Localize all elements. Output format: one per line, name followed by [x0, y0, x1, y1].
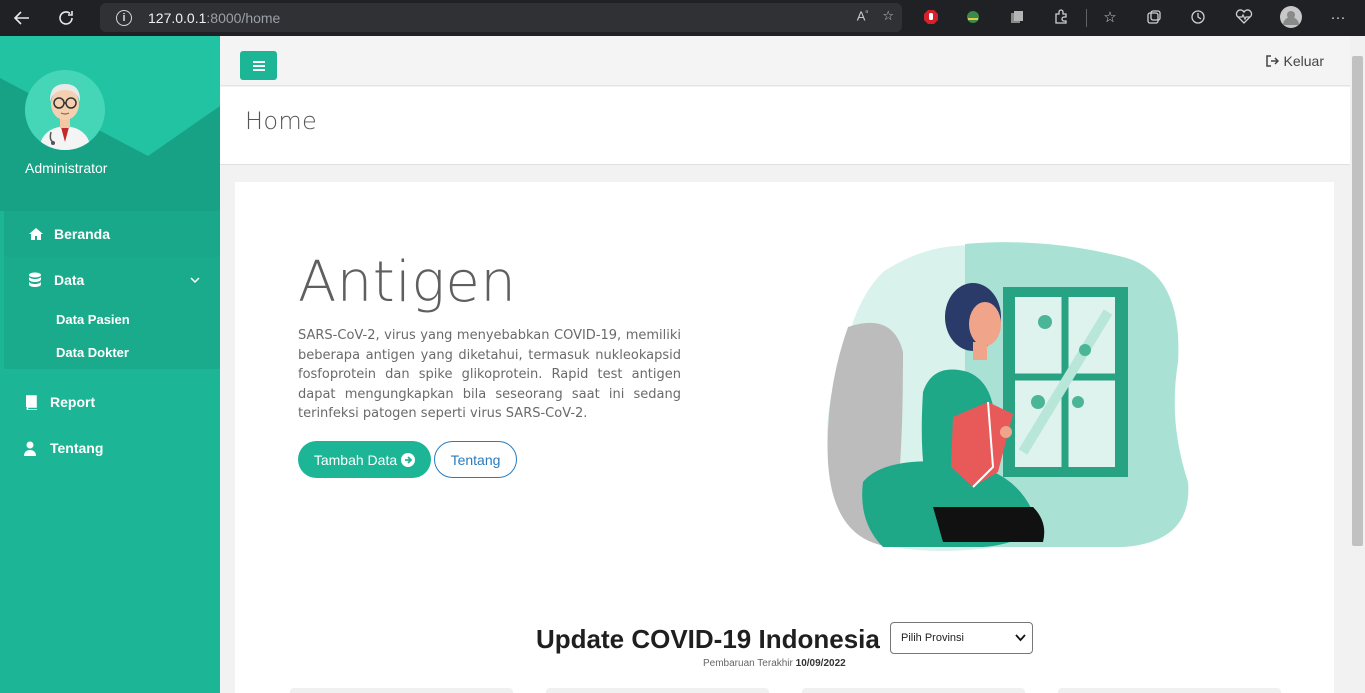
book-icon	[24, 394, 42, 410]
tambah-data-label: Tambah Data	[313, 451, 398, 468]
submenu-data-pasien[interactable]: Data Pasien	[4, 303, 220, 336]
sidebar-item-label: Report	[50, 394, 96, 410]
extension-stop-icon[interactable]	[920, 6, 942, 28]
sidebar-toggle-button[interactable]	[240, 51, 277, 80]
browser-toolbar: i 127.0.0.1:8000/home Aⁿ ☆ ☆ ···	[0, 0, 1365, 36]
stat-card	[290, 688, 513, 693]
tentang-button[interactable]: Tentang	[434, 441, 517, 478]
sidebar-profile: Administrator	[0, 36, 220, 211]
logout-label: Keluar	[1283, 53, 1324, 69]
more-menu-icon[interactable]: ···	[1327, 6, 1349, 28]
last-updated-date: 10/09/2022	[795, 658, 846, 669]
province-select[interactable]: Pilih Provinsi	[890, 622, 1033, 654]
stat-card	[546, 688, 769, 693]
read-aloud-icon[interactable]: Aⁿ	[857, 8, 869, 24]
chevron-down-icon	[190, 274, 200, 286]
page-title: Home	[245, 107, 318, 135]
scrollbar-thumb[interactable]	[1352, 56, 1363, 546]
sidebar-item-beranda[interactable]: Beranda	[4, 211, 220, 257]
submenu-data-dokter[interactable]: Data Dokter	[4, 336, 220, 369]
chevron-down-icon	[1015, 634, 1026, 642]
reload-icon[interactable]	[52, 4, 80, 32]
favorite-add-icon[interactable]: ☆	[882, 8, 894, 24]
tambah-data-button[interactable]: Tambah Data	[298, 441, 431, 478]
address-bar[interactable]: i 127.0.0.1:8000/home Aⁿ ☆	[100, 3, 902, 32]
stat-card	[1058, 688, 1281, 693]
sidebar-menu: Beranda Data Data Pasien Data Dokter Rep…	[0, 211, 220, 471]
page-scrollbar[interactable]	[1350, 36, 1365, 693]
logout-link[interactable]: Keluar	[1265, 53, 1324, 69]
sidebar: Administrator Beranda Data Data Pasien D…	[0, 36, 220, 693]
arrow-circle-right-icon	[401, 452, 416, 467]
history-icon[interactable]	[1187, 6, 1209, 28]
top-navbar: Keluar	[220, 36, 1350, 86]
sidebar-group-data: Data Data Pasien Data Dokter	[4, 257, 220, 369]
sidebar-item-label: Tentang	[50, 440, 104, 456]
hero-description: SARS-CoV-2, virus yang menyebabkan COVID…	[298, 328, 681, 422]
back-icon[interactable]	[8, 4, 36, 32]
health-icon[interactable]	[1233, 6, 1255, 28]
hero-title: Antigen	[298, 250, 517, 315]
address-url: 127.0.0.1:8000/home	[148, 10, 280, 26]
url-path: :8000/home	[206, 9, 281, 26]
home-icon	[28, 227, 46, 241]
covid-update-title: Update COVID-19 Indonesia	[536, 624, 880, 654]
sidebar-item-label: Beranda	[54, 226, 111, 242]
favorites-icon[interactable]: ☆	[1099, 6, 1121, 28]
menu-icon	[252, 60, 265, 71]
sidebar-item-label: Data	[54, 272, 85, 288]
stat-card	[802, 688, 1025, 693]
extensions-icon[interactable]	[1050, 6, 1072, 28]
user-name: Administrator	[25, 160, 108, 176]
avatar	[25, 70, 105, 150]
database-icon	[28, 272, 46, 288]
extension-copy-icon[interactable]	[1006, 6, 1028, 28]
collections-icon[interactable]	[1143, 6, 1165, 28]
toolbar-separator	[1086, 9, 1087, 27]
sign-out-icon	[1265, 55, 1279, 67]
reading-woman-illustration	[827, 242, 1189, 552]
sidebar-item-tentang[interactable]: Tentang	[0, 425, 220, 471]
sidebar-item-data[interactable]: Data	[4, 257, 220, 303]
url-host: 127.0.0.1	[148, 9, 207, 26]
sidebar-item-report[interactable]: Report	[0, 379, 220, 425]
last-updated: Pembaruan Terakhir 10/09/2022	[703, 658, 846, 669]
last-updated-label: Pembaruan Terakhir	[703, 658, 793, 669]
profile-avatar-icon[interactable]	[1280, 6, 1302, 28]
page-header: Home	[220, 87, 1350, 165]
main-content-card: Antigen SARS-CoV-2, virus yang menyebabk…	[235, 182, 1334, 693]
site-info-icon[interactable]: i	[116, 9, 132, 26]
user-icon	[24, 441, 42, 456]
extension-globe-icon[interactable]	[962, 6, 984, 28]
province-select-value: Pilih Provinsi	[901, 632, 964, 644]
